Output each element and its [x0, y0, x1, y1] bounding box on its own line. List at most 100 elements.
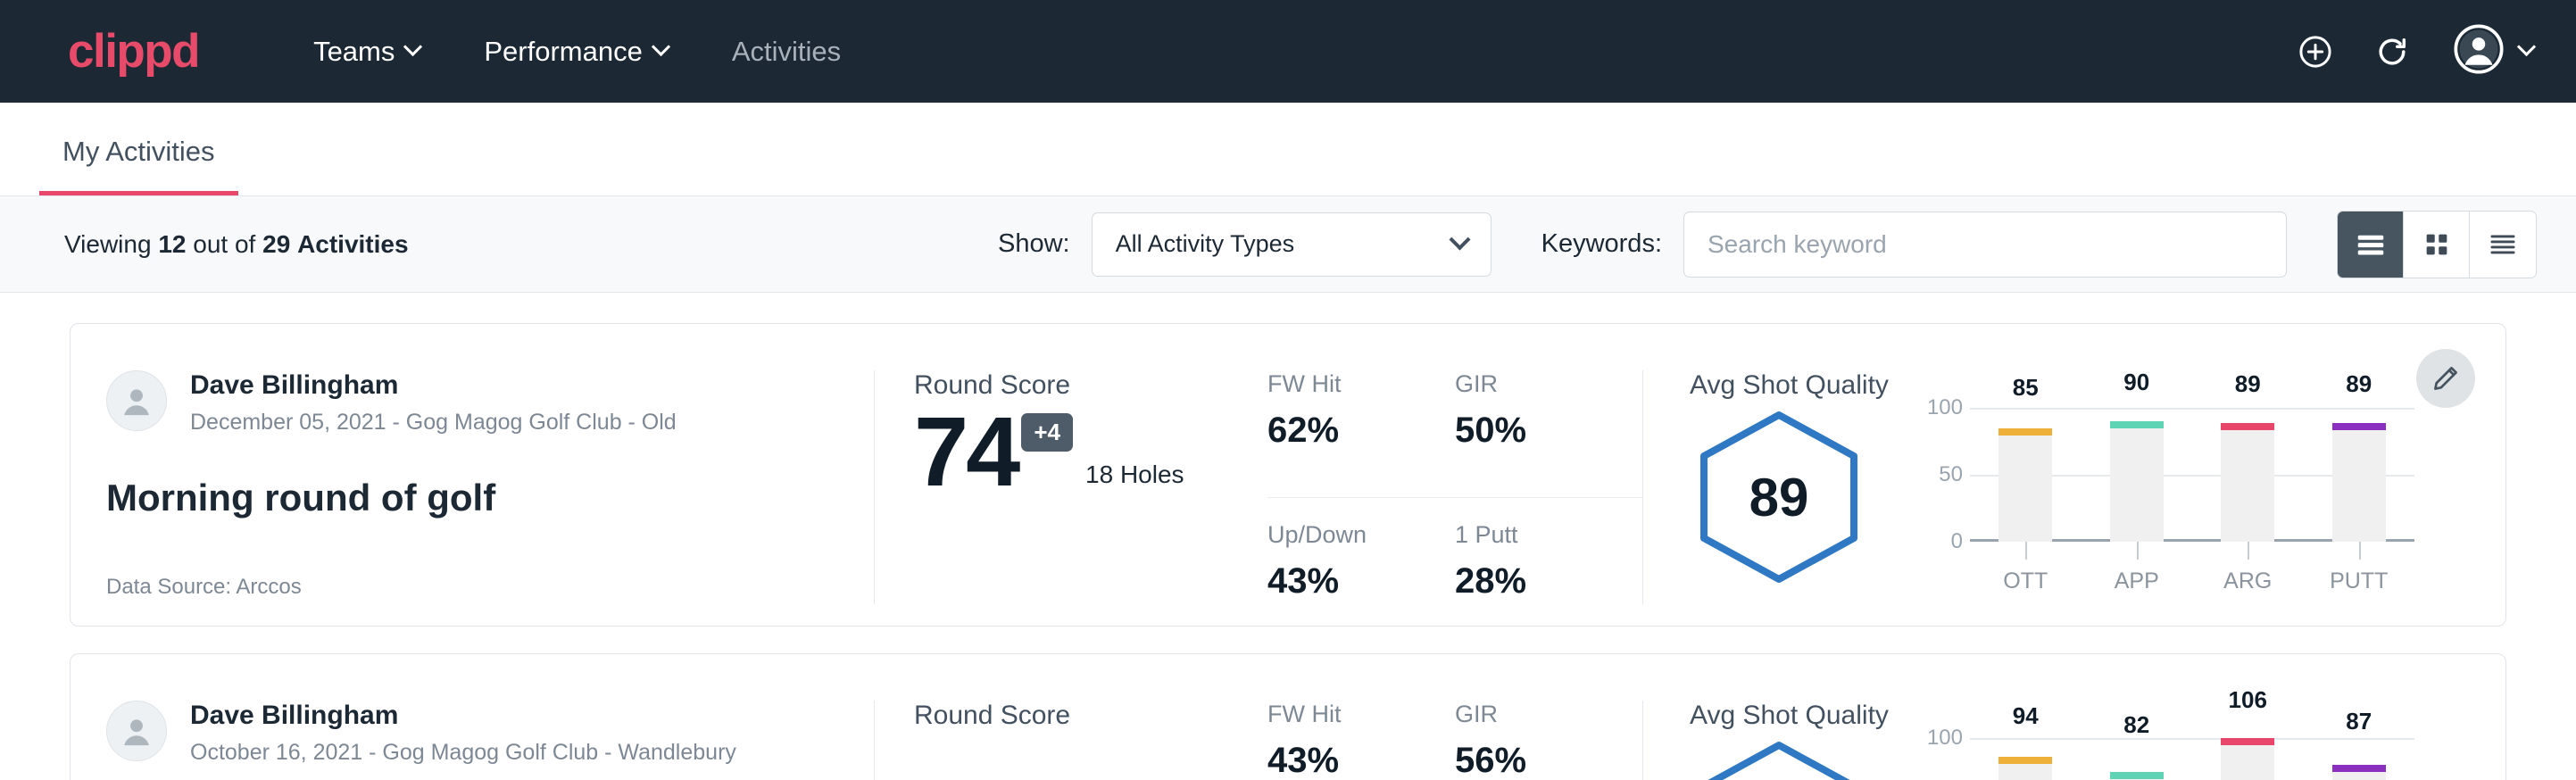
avg-shot-quality-column: Avg Shot Quality 100 94: [1643, 685, 2505, 780]
y-tick-100: 100: [1927, 395, 1963, 420]
chart-bars: 94 82: [1970, 738, 2414, 780]
round-stats-grid: FW Hit 43% GIR 56%: [1267, 685, 1642, 780]
search-input-placeholder: Search keyword: [1708, 230, 1887, 259]
list-view-button[interactable]: [2338, 212, 2404, 278]
x-tick-ott: [2025, 542, 2027, 560]
nav-item-teams[interactable]: Teams: [313, 36, 420, 68]
round-score-column: Round Score 74 +4 18 Holes: [875, 354, 1267, 626]
bar-cap-app: [2110, 421, 2164, 428]
stat-fw-hit-label: FW Hit: [1267, 701, 1425, 728]
stat-one-putt-label: 1 Putt: [1455, 521, 1612, 549]
y-tick-50: 50: [1939, 462, 1963, 487]
bar-cap-putt: [2332, 423, 2386, 430]
bar-group-putt: 87: [2304, 738, 2415, 780]
stat-gir: GIR 56%: [1455, 701, 1642, 780]
nav-item-activities-label: Activities: [732, 36, 841, 68]
stat-fw-hit-value: 43%: [1267, 741, 1425, 780]
bar-cap-arg: [2221, 738, 2274, 745]
chevron-down-icon: [403, 37, 422, 56]
viewing-total: 29: [262, 230, 290, 258]
bar-group-putt: 89 PUTT: [2304, 408, 2415, 542]
x-tick-app: [2137, 542, 2139, 560]
nav-item-performance[interactable]: Performance: [484, 36, 667, 68]
bar-value-putt: 89: [2304, 370, 2415, 398]
show-label: Show:: [998, 229, 1070, 259]
activity-info-column: Dave Billingham December 05, 2021 - Gog …: [71, 354, 874, 626]
activity-player-row: Dave Billingham October 16, 2021 - Gog M…: [106, 701, 838, 766]
bar-value-arg: 106: [2192, 686, 2304, 714]
bar-value-ott: 94: [1970, 702, 2082, 730]
viewing-count: 12: [158, 230, 186, 258]
stat-gir-label: GIR: [1455, 370, 1612, 398]
stat-fw-hit: FW Hit 43%: [1267, 701, 1455, 780]
viewing-suffix: Activities: [297, 230, 409, 258]
search-input[interactable]: Search keyword: [1683, 212, 2287, 278]
shot-quality-bar-chart: 100 50 0 85: [1915, 408, 2414, 586]
grid-view-button[interactable]: [2404, 212, 2470, 278]
activity-title: Morning round of golf: [106, 477, 838, 519]
bar-group-arg: 106: [2192, 738, 2304, 780]
activity-type-select-value: All Activity Types: [1116, 230, 1452, 258]
activity-card[interactable]: Dave Billingham December 05, 2021 - Gog …: [70, 323, 2506, 626]
edit-activity-button[interactable]: [2416, 349, 2475, 408]
bar-value-app: 82: [2082, 711, 2193, 739]
holes-played: 18 Holes: [1085, 461, 1184, 500]
stat-fw-hit-label: FW Hit: [1267, 370, 1425, 398]
view-mode-toggle-group: [2337, 211, 2537, 278]
avatar: [106, 370, 167, 431]
compact-view-button[interactable]: [2470, 212, 2536, 278]
y-tick-0: 0: [1951, 529, 1963, 554]
x-label-ott: OTT: [1970, 568, 2082, 594]
stat-fw-hit-value: 62%: [1267, 411, 1425, 451]
shot-quality-hexagon: 89: [1690, 408, 1868, 586]
chevron-down-icon: [2517, 37, 2536, 56]
round-stats-grid: FW Hit 62% GIR 50% Up/Down 43% 1 Putt 28…: [1267, 354, 1642, 626]
activity-info-column: Dave Billingham October 16, 2021 - Gog M…: [71, 685, 874, 780]
stat-gir-label: GIR: [1455, 701, 1612, 728]
bar-cap-arg: [2221, 423, 2274, 430]
bar-value-app: 90: [2082, 369, 2193, 396]
chart-y-axis: 100: [1915, 738, 1963, 780]
round-score-value-row: 74 +4 18 Holes: [914, 406, 1267, 500]
activity-player-text: Dave Billingham December 05, 2021 - Gog …: [190, 370, 677, 436]
bar-group-ott: 94: [1970, 738, 2082, 780]
bar-cap-app: [2110, 772, 2164, 779]
bar-value-putt: 87: [2304, 708, 2415, 735]
account-menu[interactable]: [2454, 24, 2533, 79]
x-tick-putt: [2359, 542, 2361, 560]
chart-plot-area: 94 82: [1970, 738, 2414, 780]
tab-my-activities[interactable]: My Activities: [39, 136, 238, 195]
y-tick-100: 100: [1927, 726, 1963, 751]
nav-item-teams-label: Teams: [313, 36, 395, 68]
stat-gir-value: 50%: [1455, 411, 1612, 451]
nav-item-activities[interactable]: Activities: [732, 36, 841, 68]
avg-shot-quality-column: Avg Shot Quality 89 100 50 0: [1643, 354, 2505, 626]
activity-card[interactable]: Dave Billingham October 16, 2021 - Gog M…: [70, 653, 2506, 780]
score-to-par-badge: +4: [1021, 413, 1073, 452]
chevron-down-icon: [1449, 228, 1470, 250]
bar-value-ott: 85: [1970, 374, 2082, 402]
add-circle-icon[interactable]: [2297, 33, 2334, 71]
refresh-icon[interactable]: [2373, 33, 2411, 71]
viewing-middle: out of: [193, 230, 255, 258]
activity-type-select[interactable]: All Activity Types: [1092, 212, 1492, 277]
activity-data-source: Data Source: Arccos: [106, 575, 838, 600]
round-score-column: Round Score: [875, 685, 1267, 780]
avg-shot-quality-body: 100 94 82: [1690, 738, 2505, 780]
round-score-label: Round Score: [914, 701, 1267, 731]
stat-one-putt-value: 28%: [1455, 561, 1612, 602]
player-name: Dave Billingham: [190, 370, 677, 402]
stat-up-down-label: Up/Down: [1267, 521, 1425, 549]
brand-logo[interactable]: clippd: [68, 28, 199, 75]
top-navigation-bar: clippd Teams Performance Activities: [0, 0, 2576, 103]
avg-shot-quality-body: 89 100 50 0 85: [1690, 408, 2505, 586]
stat-gir: GIR 50%: [1455, 370, 1642, 498]
avatar: [106, 701, 167, 761]
viewing-summary: Viewing 12 out of 29 Activities: [64, 230, 409, 259]
stat-fw-hit: FW Hit 62%: [1267, 370, 1455, 498]
activity-meta: December 05, 2021 - Gog Magog Golf Club …: [190, 410, 677, 436]
x-label-putt: PUTT: [2304, 568, 2415, 594]
bar-group-arg: 89 ARG: [2192, 408, 2304, 542]
shot-quality-value: 89: [1690, 408, 1868, 586]
tab-strip: My Activities: [0, 103, 2576, 196]
